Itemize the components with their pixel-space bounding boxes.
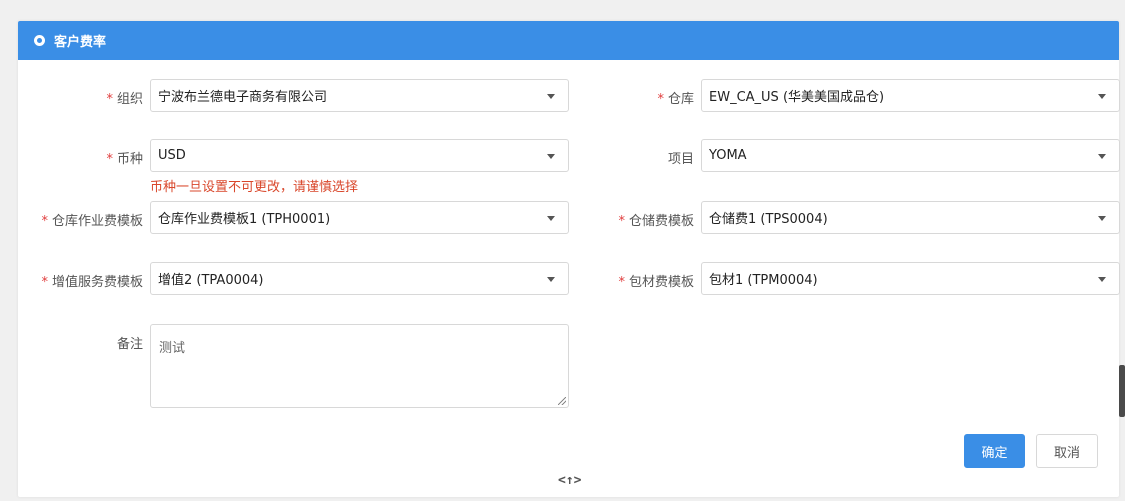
chevron-down-icon [547, 216, 555, 221]
op-template-select-value: 仓库作业费模板1 (TPH0001) [158, 212, 331, 227]
packing-template-select-value: 包材1 (TPM0004) [709, 273, 818, 288]
project-select-value: YOMA [709, 148, 747, 163]
chevron-down-icon [547, 94, 555, 99]
remark-label: 备注 [116, 337, 143, 352]
cancel-button[interactable]: 取消 [1036, 434, 1098, 468]
packing-template-label: * 包材费模板 [618, 275, 694, 290]
org-label: * 组织 [106, 92, 143, 107]
dialog-header: 客户费率 [18, 21, 1119, 60]
chevron-down-icon [1098, 94, 1106, 99]
op-template-label: * 仓库作业费模板 [41, 214, 143, 229]
project-select[interactable]: YOMA [701, 139, 1120, 172]
org-select[interactable]: 宁波布兰德电子商务有限公司 [150, 79, 569, 112]
resize-handle-icon[interactable] [558, 397, 566, 405]
dialog-title: 客户费率 [54, 35, 107, 50]
storage-template-select-value: 仓储费1 (TPS0004) [709, 212, 828, 227]
chevron-down-icon [1098, 277, 1106, 282]
warehouse-select[interactable]: EW_CA_US (华美美国成品仓) [701, 79, 1120, 112]
confirm-button[interactable]: 确定 [964, 434, 1025, 468]
vas-template-select-value: 增值2 (TPA0004) [158, 273, 264, 288]
remark-textarea[interactable]: 测试 [150, 324, 569, 408]
currency-select-value: USD [158, 148, 186, 163]
side-scroll-handle[interactable] [1119, 365, 1125, 417]
vas-template-select[interactable]: 增值2 (TPA0004) [150, 262, 569, 295]
storage-template-select[interactable]: 仓储费1 (TPS0004) [701, 201, 1120, 234]
collapse-toggle-icon[interactable]: <↑> [558, 473, 581, 488]
chevron-down-icon [547, 154, 555, 159]
warehouse-select-value: EW_CA_US (华美美国成品仓) [709, 90, 885, 105]
circle-logo-icon [34, 35, 45, 46]
op-template-select[interactable]: 仓库作业费模板1 (TPH0001) [150, 201, 569, 234]
currency-hint: 币种一旦设置不可更改，请谨慎选择 [150, 180, 359, 195]
currency-select[interactable]: USD [150, 139, 569, 172]
project-label: 项目 [667, 152, 694, 167]
chevron-down-icon [547, 277, 555, 282]
currency-label: * 币种 [106, 152, 143, 167]
remark-value: 测试 [159, 341, 186, 356]
chevron-down-icon [1098, 216, 1106, 221]
packing-template-select[interactable]: 包材1 (TPM0004) [701, 262, 1120, 295]
warehouse-label: * 仓库 [657, 92, 694, 107]
storage-template-label: * 仓储费模板 [618, 214, 694, 229]
vas-template-label: * 增值服务费模板 [41, 275, 143, 290]
chevron-down-icon [1098, 154, 1106, 159]
org-select-value: 宁波布兰德电子商务有限公司 [158, 90, 328, 105]
